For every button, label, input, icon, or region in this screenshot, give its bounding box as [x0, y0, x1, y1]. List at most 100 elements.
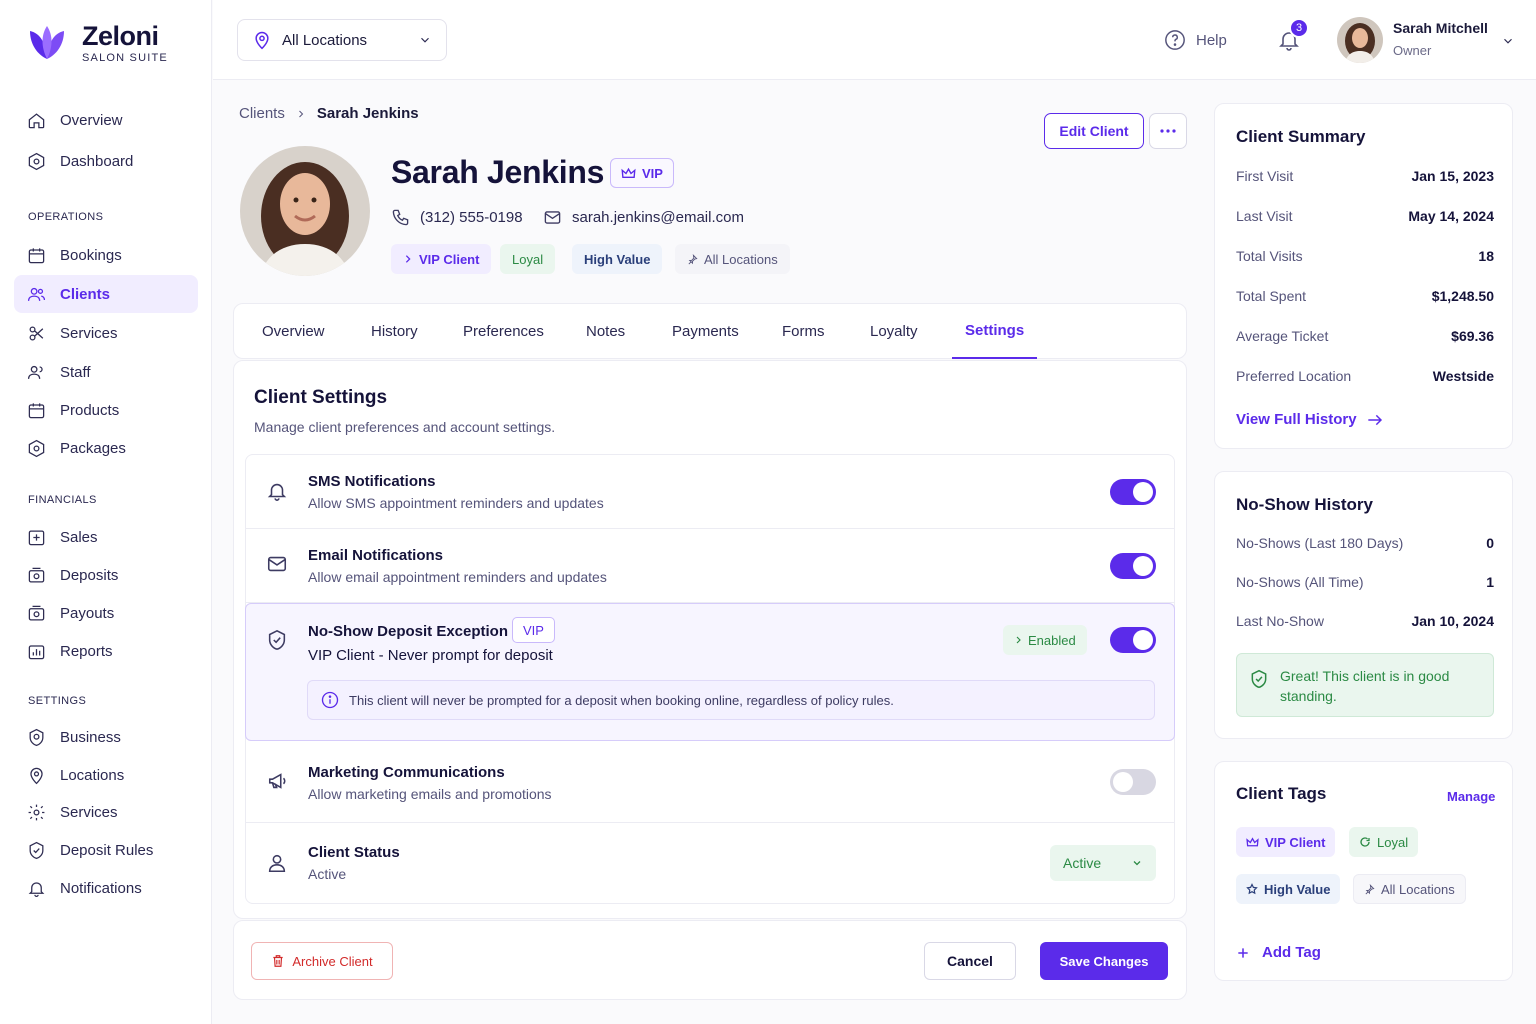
tag-all-locations[interactable]: All Locations: [1353, 874, 1466, 904]
phone-icon: [392, 209, 409, 226]
noshow-exception-toggle[interactable]: [1110, 627, 1156, 653]
nav-item-deposits[interactable]: Deposits: [14, 556, 198, 594]
shield-icon: [29, 841, 44, 859]
nav-item-locations[interactable]: Locations: [14, 756, 198, 794]
shield-check-icon: [268, 629, 286, 650]
tab-overview[interactable]: Overview: [262, 304, 325, 359]
vip-tag: VIP: [512, 617, 555, 643]
chip-label: All Locations: [704, 251, 778, 267]
chevron-down-icon: [1133, 861, 1141, 866]
add-tag-button[interactable]: Add Tag: [1236, 944, 1321, 961]
manage-tags-link[interactable]: Manage: [1447, 789, 1495, 804]
location-select-value: All Locations: [282, 31, 368, 49]
nav-item-packages[interactable]: Packages: [14, 429, 198, 467]
nav-label: Reports: [60, 642, 113, 660]
location-icon: [30, 767, 43, 784]
tab-payments[interactable]: Payments: [672, 304, 739, 359]
client-email[interactable]: sarah.jenkins@email.com: [543, 208, 744, 227]
payouts-icon: [28, 605, 45, 620]
nav-item-staff[interactable]: Staff: [14, 353, 198, 391]
nav-item-business[interactable]: Business: [14, 718, 198, 756]
breadcrumb-parent[interactable]: Clients: [239, 105, 285, 122]
star-icon: [1246, 883, 1258, 895]
setting-row-status: Client Status Active Active: [246, 823, 1174, 903]
setting-row-sms: SMS Notifications Allow SMS appointment …: [246, 455, 1174, 529]
settings-title: Client Settings: [254, 387, 388, 408]
nav-item-dashboard[interactable]: Dashboard: [14, 142, 198, 180]
setting-desc: VIP Client - Never prompt for deposit: [308, 647, 553, 664]
archive-client-button[interactable]: Archive Client: [251, 942, 393, 980]
nav-item-settings-services[interactable]: Services: [14, 793, 198, 831]
tab-loyalty[interactable]: Loyalty: [870, 304, 918, 359]
nav-item-sales[interactable]: Sales: [14, 518, 198, 556]
add-tag-label: Add Tag: [1262, 944, 1321, 961]
good-standing-text: Great! This client is in good standing.: [1280, 668, 1450, 704]
email-toggle[interactable]: [1110, 553, 1156, 579]
topbar: All Locations Help 3 Sarah Mitchell Owne…: [213, 0, 1536, 80]
nav-item-reports[interactable]: Reports: [14, 632, 198, 670]
location-select[interactable]: All Locations: [237, 19, 447, 61]
user-avatar[interactable]: [1337, 17, 1383, 63]
brand-subtitle: SALON SUITE: [82, 52, 168, 64]
sms-toggle[interactable]: [1110, 479, 1156, 505]
deposit-info-box: This client will never be prompted for a…: [307, 680, 1155, 720]
nav-label: Sales: [60, 528, 98, 546]
view-full-history-link[interactable]: View Full History: [1236, 411, 1383, 428]
crown-icon: [1246, 836, 1259, 846]
chevron-down-icon[interactable]: [1501, 34, 1515, 48]
noshow-key: Last No-Show: [1236, 613, 1324, 629]
tag-loyal[interactable]: Loyal: [1349, 827, 1419, 857]
brand-logo[interactable]: Zeloni SALON SUITE: [26, 22, 168, 64]
summary-key: Last Visit: [1236, 208, 1293, 224]
setting-title: No-Show Deposit Exception: [308, 623, 509, 640]
nav-item-deposit-rules[interactable]: Deposit Rules: [14, 831, 198, 869]
nav-label: Packages: [60, 439, 126, 457]
marketing-toggle[interactable]: [1110, 769, 1156, 795]
summary-key: Total Visits: [1236, 248, 1303, 264]
more-options-button[interactable]: [1149, 113, 1187, 149]
tab-settings[interactable]: Settings: [952, 304, 1038, 359]
nav-item-services[interactable]: Services: [14, 314, 198, 352]
tag-high-value[interactable]: High Value: [1236, 874, 1341, 904]
noshow-key: No-Shows (Last 180 Days): [1236, 535, 1404, 551]
save-changes-button[interactable]: Save Changes: [1040, 942, 1168, 980]
nav-item-clients[interactable]: Clients: [14, 275, 198, 313]
vip-badge: VIP: [610, 158, 674, 188]
crown-icon: [621, 167, 636, 178]
summary-row: Preferred Location Westside: [1236, 368, 1494, 384]
tab-notes[interactable]: Notes: [586, 304, 625, 359]
help-button[interactable]: Help: [1164, 29, 1227, 51]
client-chip: High Value: [572, 244, 663, 274]
services-icon: [29, 326, 44, 340]
nav-item-bookings[interactable]: Bookings: [14, 236, 198, 274]
client-phone[interactable]: (312) 555-0198: [391, 208, 523, 227]
tab-preferences[interactable]: Preferences: [463, 304, 544, 359]
setting-desc: Active: [308, 866, 347, 882]
client-email-value: sarah.jenkins@email.com: [572, 209, 744, 226]
enabled-status-chip: Enabled: [1003, 625, 1087, 655]
nav-item-payouts[interactable]: Payouts: [14, 594, 198, 632]
packages-icon: [28, 439, 45, 457]
client-settings-card: Client Settings Manage client preference…: [233, 360, 1187, 919]
edit-client-button[interactable]: Edit Client: [1044, 113, 1144, 149]
tag-vip-client[interactable]: VIP Client: [1236, 827, 1336, 857]
arrow-right-icon: [1367, 414, 1382, 425]
nav-item-notifications[interactable]: Notifications: [14, 869, 198, 907]
nav-item-products[interactable]: Products: [14, 391, 198, 429]
nav-section-financials: FINANCIALS: [28, 494, 97, 506]
tab-history[interactable]: History: [371, 304, 418, 359]
nav-label: Services: [60, 803, 118, 821]
nav-item-overview[interactable]: Overview: [14, 101, 198, 139]
pin-icon: [1365, 883, 1375, 894]
sidebar: Zeloni SALON SUITE Overview Dashboard OP…: [0, 0, 212, 1024]
summary-value: 18: [1478, 248, 1494, 264]
pin-icon: [688, 253, 698, 264]
users-icon: [27, 287, 46, 301]
summary-value: May 14, 2024: [1408, 208, 1494, 224]
client-status-select[interactable]: Active: [1050, 845, 1156, 881]
cancel-button[interactable]: Cancel: [924, 942, 1016, 980]
tab-forms[interactable]: Forms: [782, 304, 825, 359]
good-standing-notice: Great! This client is in good standing.: [1236, 653, 1494, 717]
setting-row-email: Email Notifications Allow email appointm…: [246, 529, 1174, 603]
setting-desc: Allow SMS appointment reminders and upda…: [308, 495, 604, 511]
